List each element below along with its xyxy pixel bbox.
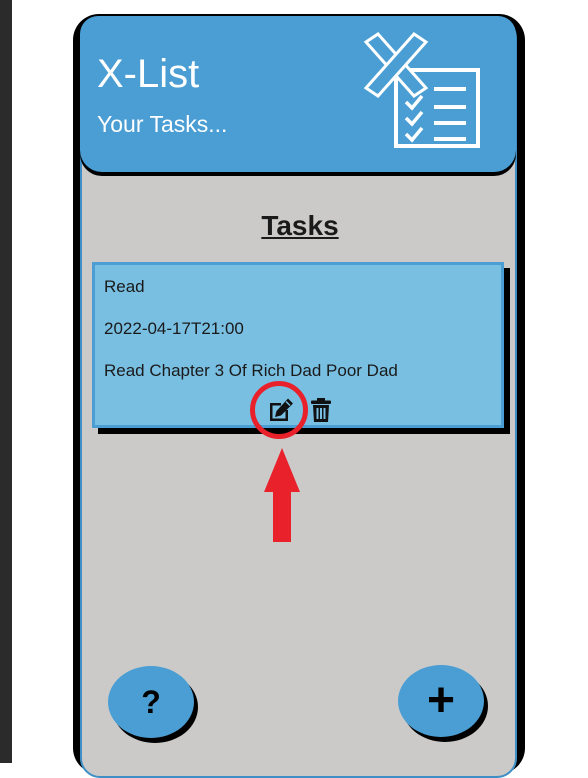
task-date: 2022-04-17T21:00 <box>104 319 244 338</box>
task-title: Read <box>104 277 145 296</box>
x-checklist-logo-icon <box>363 32 480 148</box>
add-task-button[interactable]: + <box>398 665 484 737</box>
trash-icon[interactable] <box>310 397 332 423</box>
task-description: Read Chapter 3 Of Rich Dad Poor Dad <box>104 361 398 380</box>
edit-highlight-circle <box>250 381 308 439</box>
tasks-heading: Tasks <box>261 210 339 241</box>
window-edge <box>0 0 12 763</box>
arrow-up-icon <box>264 448 300 542</box>
app-subtitle: Your Tasks... <box>97 111 228 137</box>
help-button[interactable]: ? <box>108 666 194 738</box>
app-title: X-List <box>97 52 200 96</box>
